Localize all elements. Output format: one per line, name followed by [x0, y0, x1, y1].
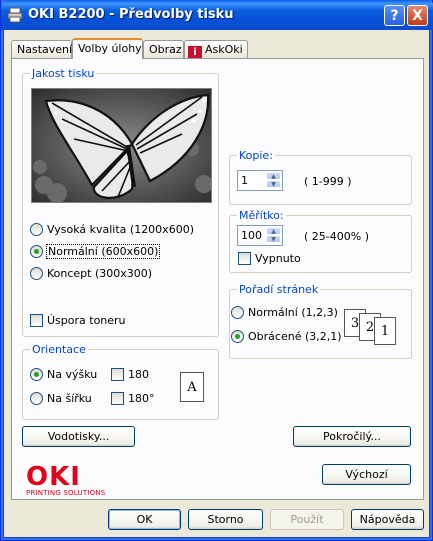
- rotate-landscape-checkbox[interactable]: [111, 392, 124, 405]
- scale-up-icon[interactable]: ▲: [266, 227, 281, 235]
- oki-logo: OKI: [26, 462, 81, 492]
- rotate-landscape-option[interactable]: 180°: [111, 392, 155, 405]
- toner-save-option[interactable]: Úspora toneru: [30, 314, 126, 327]
- orientation-landscape-option[interactable]: Na šířku: [30, 392, 92, 405]
- scale-value[interactable]: 100: [241, 229, 262, 242]
- rotate-portrait-checkbox[interactable]: [111, 368, 124, 381]
- tab-askoki[interactable]: i AskOki: [184, 40, 248, 59]
- printer-icon: [7, 7, 23, 23]
- copies-stepper[interactable]: 1 ▲ ▼: [237, 170, 283, 191]
- scale-spin-arrows[interactable]: ▲ ▼: [266, 227, 281, 244]
- quality-draft-option[interactable]: Koncept (300x300): [30, 267, 152, 280]
- copies-range: ( 1-999 ): [304, 175, 352, 188]
- butterfly-image: [32, 89, 211, 202]
- apply-button[interactable]: Použít: [270, 509, 344, 530]
- title-bar[interactable]: OKI B2200 - Předvolby tisku ? X: [1, 0, 433, 30]
- page-order-legend: Pořadí stránek: [237, 283, 321, 296]
- quality-normal-option[interactable]: Normální (600x600): [30, 244, 161, 259]
- copies-legend: Kopie:: [237, 149, 275, 162]
- print-quality-legend: Jakost tisku: [30, 67, 97, 80]
- help-button[interactable]: Nápověda: [351, 509, 424, 530]
- copies-value[interactable]: 1: [241, 174, 248, 187]
- orientation-legend: Orientace: [30, 343, 88, 356]
- tab-volby-ulohy[interactable]: Volby úlohy: [72, 38, 143, 59]
- page-order-normal-radio[interactable]: [231, 306, 244, 319]
- help-title-button[interactable]: ?: [384, 5, 405, 26]
- cancel-button[interactable]: Storno: [188, 509, 263, 530]
- scale-off-option[interactable]: Vypnuto: [238, 252, 301, 265]
- copies-spin-arrows[interactable]: ▲ ▼: [266, 172, 281, 189]
- orientation-preview-icon: A: [180, 372, 204, 402]
- rotate-portrait-option[interactable]: 180: [111, 368, 149, 381]
- tab-obraz[interactable]: Obraz: [143, 40, 184, 58]
- scale-stepper[interactable]: 100 ▲ ▼: [237, 225, 283, 246]
- copies-up-icon[interactable]: ▲: [266, 172, 281, 180]
- tab-nastaveni[interactable]: Nastavení: [11, 40, 72, 58]
- orientation-portrait-option[interactable]: Na výšku: [30, 368, 97, 381]
- scale-off-checkbox[interactable]: [238, 252, 251, 265]
- scale-legend: Měřítko:: [237, 209, 286, 222]
- quality-high-radio[interactable]: [30, 223, 43, 236]
- quality-normal-radio[interactable]: [30, 245, 43, 258]
- page-order-reversed-radio[interactable]: [231, 330, 244, 343]
- portrait-radio[interactable]: [30, 368, 43, 381]
- toner-save-checkbox[interactable]: [30, 314, 43, 327]
- watermarks-button[interactable]: Vodotisky...: [22, 426, 135, 447]
- oki-tagline: PRINTING SOLUTIONS: [26, 489, 106, 497]
- page-order-normal-option[interactable]: Normální (1,2,3): [231, 306, 338, 319]
- close-window-button[interactable]: X: [407, 5, 428, 26]
- copies-down-icon[interactable]: ▼: [266, 180, 281, 188]
- quality-draft-radio[interactable]: [30, 267, 43, 280]
- print-quality-preview-image: [31, 88, 212, 203]
- scale-down-icon[interactable]: ▼: [266, 235, 281, 243]
- window-title: OKI B2200 - Předvolby tisku: [28, 7, 234, 22]
- advanced-button[interactable]: Pokročilý...: [293, 426, 411, 447]
- landscape-radio[interactable]: [30, 392, 43, 405]
- print-preferences-window: OKI B2200 - Předvolby tisku ? X Nastaven…: [0, 0, 433, 541]
- defaults-button[interactable]: Výchozí: [322, 464, 411, 485]
- quality-high-option[interactable]: Vysoká kvalita (1200x600): [30, 223, 194, 236]
- page-order-reversed-option[interactable]: Obrácené (3,2,1): [231, 330, 342, 343]
- ok-button[interactable]: OK: [108, 509, 181, 530]
- scale-range: ( 25-400% ): [304, 230, 369, 243]
